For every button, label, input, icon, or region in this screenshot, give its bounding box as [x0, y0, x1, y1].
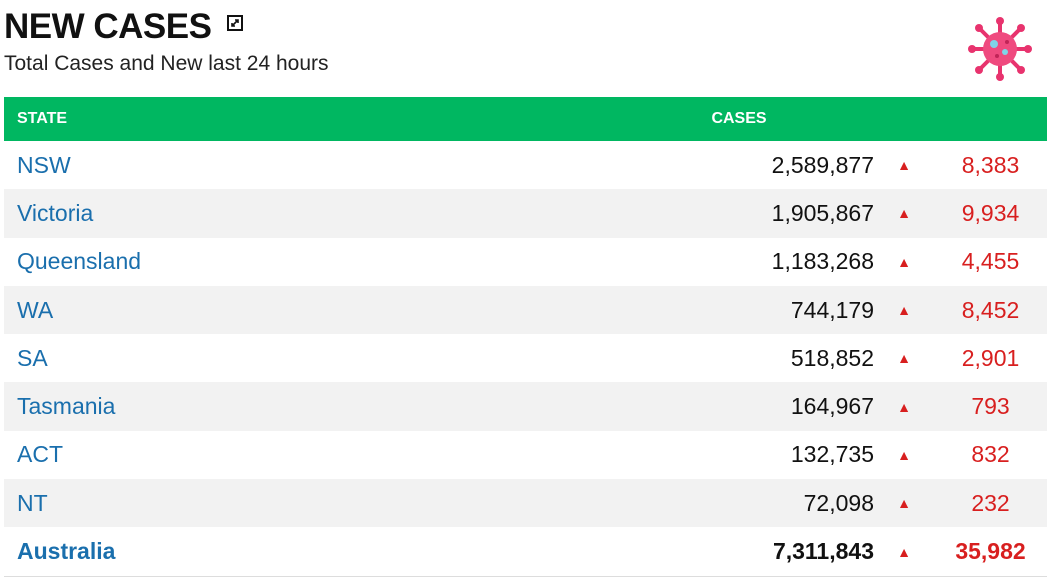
table-row: ACT 132,735 ▲ 832: [4, 431, 1047, 479]
state-name: SA: [17, 344, 48, 371]
widget-subtitle: Total Cases and New last 24 hours: [4, 52, 329, 75]
table-row: Queensland 1,183,268 ▲ 4,455: [4, 238, 1047, 286]
table-row: Tasmania 164,967 ▲ 793: [4, 382, 1047, 431]
total-cases: 744,179: [604, 285, 874, 335]
virus-icon: [967, 16, 1033, 82]
up-arrow-icon: ▲: [874, 479, 934, 528]
new-cases: 793: [934, 382, 1047, 431]
state-name: ACT: [17, 441, 63, 468]
new-cases: 35,982: [955, 538, 1026, 565]
table-row: NT 72,098 ▲ 232: [4, 479, 1047, 528]
table-row-total: Australia 7,311,843 ▲ 35,982: [4, 527, 1047, 575]
up-arrow-icon: ▲: [897, 157, 911, 174]
total-cases: 164,967: [604, 382, 874, 431]
state-name: WA: [4, 285, 604, 335]
cases-table: STATE CASES NSW 2,589,877 ▲ 8,383 Victor…: [4, 97, 1047, 576]
bottom-divider: [4, 576, 1047, 577]
up-arrow-icon: ▲: [897, 446, 911, 463]
state-name: NSW: [17, 151, 71, 178]
total-cases: 518,852: [790, 344, 874, 371]
new-cases: 232: [934, 479, 1047, 528]
table-header-row: STATE CASES: [4, 97, 1047, 141]
widget-header: NEW CASES Total Cases and New last 24 ho…: [4, 6, 1047, 94]
table-row: NSW 2,589,877 ▲ 8,383: [4, 141, 1047, 189]
table-row: Victoria 1,905,867 ▲ 9,934: [4, 189, 1047, 238]
total-cases: 132,735: [790, 441, 874, 468]
total-cases: 1,183,268: [771, 248, 874, 275]
widget-title: NEW CASES: [4, 7, 212, 46]
up-arrow-icon: ▲: [897, 350, 911, 367]
up-arrow-icon: ▲: [874, 189, 934, 238]
new-cases: 9,934: [934, 189, 1047, 238]
total-cases: 7,311,843: [772, 538, 874, 565]
expand-icon[interactable]: [227, 15, 244, 31]
column-header-cases[interactable]: CASES: [604, 97, 874, 141]
new-cases-widget: NEW CASES Total Cases and New last 24 ho…: [0, 0, 1047, 583]
new-cases: 2,901: [961, 344, 1020, 371]
up-arrow-icon: ▲: [897, 543, 911, 560]
total-cases: 2,589,877: [771, 151, 874, 178]
new-cases: 8,452: [934, 285, 1047, 335]
column-header-new: [934, 97, 1047, 141]
state-name: Victoria: [4, 189, 604, 238]
state-name: NT: [4, 479, 604, 528]
total-cases: 72,098: [604, 479, 874, 528]
state-name: Australia: [17, 538, 116, 565]
total-cases: 1,905,867: [604, 189, 874, 238]
column-header-arrow: [874, 97, 934, 141]
title-row: NEW CASES: [4, 6, 1047, 48]
new-cases: 832: [971, 441, 1010, 468]
state-name: Tasmania: [4, 382, 604, 431]
up-arrow-icon: ▲: [874, 285, 934, 335]
table-row: WA 744,179 ▲ 8,452: [4, 285, 1047, 335]
state-name: Queensland: [17, 248, 142, 275]
new-cases: 8,383: [961, 151, 1020, 178]
table-row: SA 518,852 ▲ 2,901: [4, 334, 1047, 382]
new-cases: 4,455: [961, 248, 1020, 275]
up-arrow-icon: ▲: [874, 382, 934, 431]
column-header-state[interactable]: STATE: [4, 97, 604, 141]
up-arrow-icon: ▲: [897, 253, 911, 270]
